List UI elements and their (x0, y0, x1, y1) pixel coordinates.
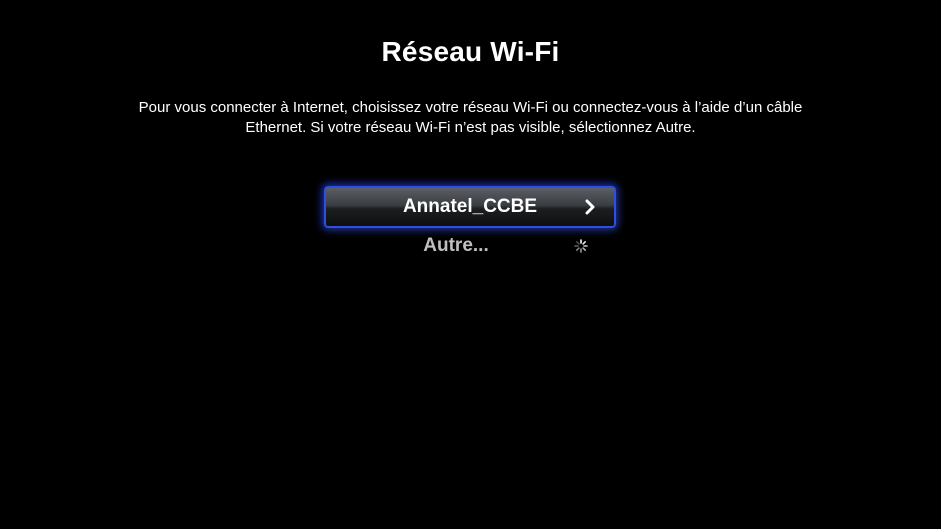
network-item-other-label: Autre... (423, 235, 489, 256)
chevron-right-icon (585, 199, 595, 215)
loading-spinner-icon (574, 239, 588, 253)
page-description: Pour vous connecter à Internet, choisiss… (138, 99, 803, 136)
network-item-other[interactable]: Autre... (324, 228, 616, 264)
page-title: Réseau Wi-Fi (381, 36, 560, 67)
network-list: Annatel_CCBE Autre... (324, 186, 616, 264)
network-item-selected[interactable]: Annatel_CCBE (324, 186, 616, 228)
network-item-label: Annatel_CCBE (402, 196, 538, 217)
